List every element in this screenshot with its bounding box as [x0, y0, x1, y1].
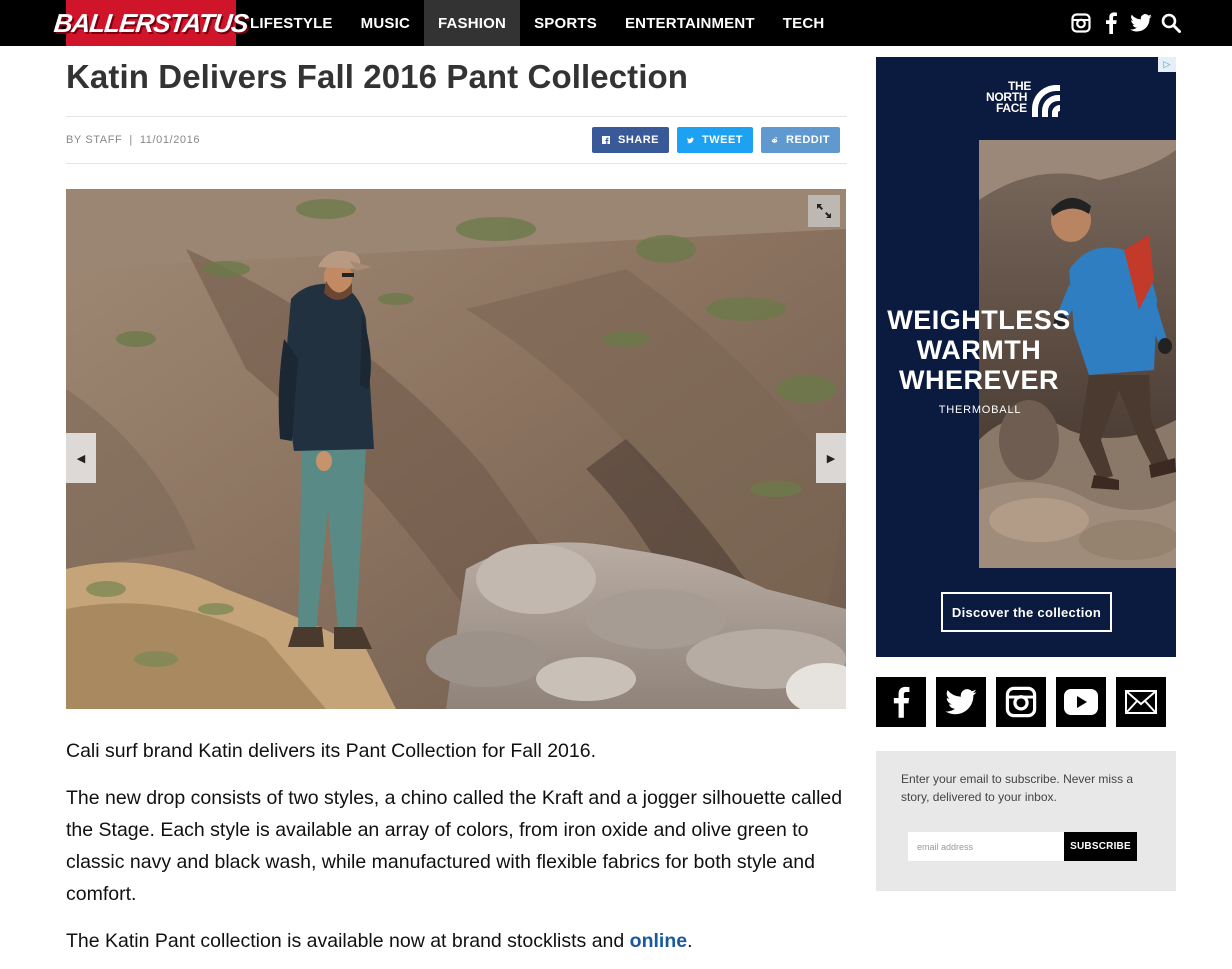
paragraph-text: . — [687, 930, 693, 952]
instagram-icon — [1005, 686, 1037, 718]
subscribe-description: Enter your email to subscribe. Never mis… — [901, 772, 1134, 804]
article-paragraph: The Katin Pant collection is available n… — [66, 925, 846, 957]
facebook-link[interactable] — [876, 677, 926, 727]
twitter-share-button[interactable]: TWEET — [677, 127, 753, 153]
discover-collection-button[interactable]: Discover the collection — [941, 592, 1112, 632]
byline: BY STAFF | 11/01/2016 — [66, 134, 200, 146]
thermoball-logo: THERMOBALL — [938, 404, 1022, 416]
author[interactable]: BY STAFF — [66, 134, 122, 146]
tweet-label: TWEET — [702, 134, 743, 146]
share-label: SHARE — [617, 134, 659, 146]
article-meta-bar: BY STAFF | 11/01/2016 SHARE TWEET REDDIT — [66, 116, 847, 164]
previous-image-button[interactable]: ◀ — [66, 433, 96, 483]
email-link[interactable] — [1116, 677, 1166, 727]
header-social — [1070, 0, 1182, 46]
north-face-logo-text: THE NORTH FACE — [984, 80, 1031, 115]
north-face-logo: THE NORTH FACE — [984, 80, 1064, 121]
main-menu: LIFESTYLE MUSIC FASHION SPORTS ENTERTAIN… — [236, 0, 838, 46]
north-face-dome-icon — [1032, 85, 1060, 117]
newsletter-subscribe-box: Enter your email to subscribe. Never mis… — [876, 751, 1176, 891]
facebook-share-button[interactable]: SHARE — [592, 127, 669, 153]
nav-item-entertainment[interactable]: ENTERTAINMENT — [611, 0, 769, 46]
paragraph-text: The Katin Pant collection is available n… — [66, 930, 630, 952]
reddit-share-button[interactable]: REDDIT — [761, 127, 840, 153]
email-input[interactable] — [908, 832, 1066, 861]
reddit-icon — [771, 137, 778, 143]
twitter-icon[interactable] — [1130, 12, 1152, 34]
nav-item-sports[interactable]: SPORTS — [520, 0, 611, 46]
ad-headline-line: WHEREVER — [898, 365, 1059, 395]
facebook-icon — [893, 686, 910, 718]
north-face-advertisement[interactable]: ▷ THE NORTH FACE WEIGHTLESS WARMTH WHERE… — [876, 57, 1176, 657]
share-buttons: SHARE TWEET REDDIT — [592, 127, 840, 153]
logo-line: FACE — [996, 101, 1027, 115]
expand-icon — [817, 204, 831, 218]
arrow-right-icon: ▶ — [826, 452, 836, 465]
ad-headline: WEIGHTLESS WARMTH WHEREVER — [876, 305, 1082, 395]
nav-item-tech[interactable]: TECH — [769, 0, 839, 46]
youtube-link[interactable] — [1056, 677, 1106, 727]
twitter-icon — [687, 137, 694, 143]
publish-date: 11/01/2016 — [139, 134, 201, 146]
youtube-icon — [1064, 689, 1098, 715]
twitter-link[interactable] — [936, 677, 986, 727]
mail-icon — [1125, 690, 1157, 714]
online-link[interactable]: online — [630, 930, 687, 952]
article-paragraph: Cali surf brand Katin delivers its Pant … — [66, 740, 597, 762]
arrow-left-icon: ◀ — [76, 452, 86, 465]
facebook-icon — [602, 136, 610, 144]
twitter-icon — [945, 689, 977, 715]
ad-headline-line: WARMTH — [916, 335, 1042, 365]
site-logo-text: BALLERSTATUS — [52, 7, 250, 38]
instagram-icon[interactable] — [1070, 12, 1092, 34]
expand-image-button[interactable] — [808, 195, 840, 227]
adchoices-icon[interactable]: ▷ — [1158, 57, 1176, 72]
next-image-button[interactable]: ▶ — [816, 433, 846, 483]
top-navigation: BALLERSTATUS LIFESTYLE MUSIC FASHION SPO… — [0, 0, 1232, 46]
reddit-label: REDDIT — [786, 134, 830, 146]
search-icon[interactable] — [1160, 12, 1182, 34]
site-logo[interactable]: BALLERSTATUS — [53, 0, 249, 46]
article-body: Cali surf brand Katin delivers its Pant … — [66, 735, 846, 969]
hero-photo-illustration — [66, 189, 846, 709]
instagram-link[interactable] — [996, 677, 1046, 727]
byline-separator: | — [129, 134, 133, 146]
article-hero-image[interactable]: ◀ ▶ — [66, 189, 846, 709]
nav-item-lifestyle[interactable]: LIFESTYLE — [236, 0, 347, 46]
nav-item-music[interactable]: MUSIC — [347, 0, 424, 46]
nav-item-fashion[interactable]: FASHION — [423, 0, 521, 46]
subscribe-button[interactable]: SUBSCRIBE — [1064, 832, 1137, 861]
ad-headline-line: WEIGHTLESS — [887, 305, 1071, 335]
sidebar-social-links — [876, 677, 1166, 727]
article-paragraph: The new drop consists of two styles, a c… — [66, 787, 843, 905]
facebook-icon[interactable] — [1100, 12, 1122, 34]
article-title: Katin Delivers Fall 2016 Pant Collection — [66, 58, 689, 95]
